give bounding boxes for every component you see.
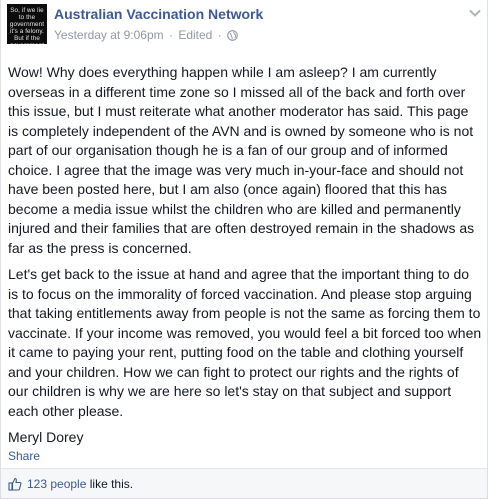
thumbs-up-icon[interactable] bbox=[8, 477, 22, 491]
edited-label[interactable]: Edited bbox=[178, 28, 212, 42]
meta-separator: · bbox=[168, 28, 173, 42]
chevron-down-icon[interactable] bbox=[469, 9, 481, 17]
page-avatar[interactable]: So, if we lie to the government it's a f… bbox=[7, 4, 47, 44]
post-body: Wow! Why does everything happen while I … bbox=[8, 63, 482, 455]
post-timestamp[interactable]: Yesterday at 9:06pm bbox=[54, 28, 164, 42]
share-link[interactable]: Share bbox=[8, 449, 40, 463]
likes-suffix: like this. bbox=[89, 477, 134, 491]
post-card: So, if we lie to the government it's a f… bbox=[0, 0, 488, 499]
post-paragraph: Let's get back to the issue at hand and … bbox=[8, 266, 482, 419]
avatar-text: So, if we lie to the government it's a f… bbox=[9, 7, 45, 44]
likes-count-link[interactable]: 123 people bbox=[27, 477, 86, 491]
meta-separator: · bbox=[217, 28, 222, 42]
likes-summary: 123 people like this. bbox=[27, 477, 133, 491]
post-meta: Yesterday at 9:06pm · Edited · bbox=[54, 28, 238, 42]
post-signature: Meryl Dorey bbox=[8, 429, 84, 445]
page-name-link[interactable]: Australian Vaccination Network bbox=[54, 6, 263, 22]
likes-bar: 123 people like this. bbox=[1, 469, 487, 498]
post-paragraph: Wow! Why does everything happen while I … bbox=[8, 64, 475, 256]
globe-icon[interactable] bbox=[227, 30, 238, 41]
